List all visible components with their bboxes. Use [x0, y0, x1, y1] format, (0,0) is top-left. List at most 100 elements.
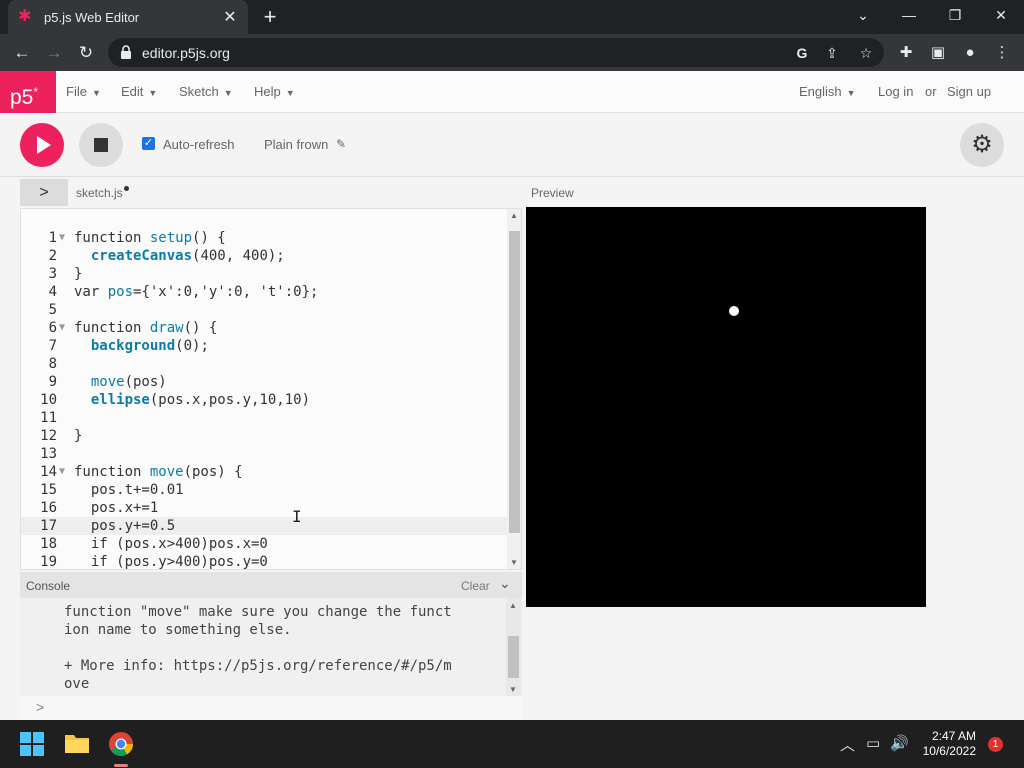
code-line[interactable]: 14 ▼ function move(pos) {	[21, 463, 509, 481]
console-output: function "move" make sure you change the…	[20, 598, 522, 696]
fold-arrow-icon[interactable]: ▼	[59, 229, 65, 247]
p5-favicon-icon: ✱	[18, 8, 32, 25]
bookmark-star-icon[interactable]: ☆	[856, 43, 876, 63]
play-button[interactable]	[20, 123, 64, 167]
code-line[interactable]: 9 move(pos)	[21, 373, 509, 391]
menu-edit[interactable]: Edit ▼	[121, 84, 157, 99]
show-hidden-icons-chevron-icon[interactable]: ︿	[840, 734, 855, 755]
code-line[interactable]: 12}	[21, 427, 509, 445]
console-title: Console	[26, 579, 71, 593]
code-line[interactable]: 2 createCanvas(400, 400);	[21, 247, 509, 265]
console-scrollbar[interactable]: ▲ ▼	[506, 598, 521, 696]
restore-button[interactable]: ❐	[932, 0, 978, 30]
sketch-name[interactable]: Plain frown	[264, 137, 328, 152]
scrollbar-thumb[interactable]	[508, 636, 519, 678]
close-window-button[interactable]: ✕	[978, 0, 1024, 30]
code-line[interactable]: 5	[21, 301, 509, 319]
code-line[interactable]: 17 pos.y+=0.5	[21, 517, 509, 535]
scrollbar-thumb[interactable]	[509, 231, 520, 533]
code-editor[interactable]: 1 ▼ function setup() {2 createCanvas(400, …	[20, 208, 522, 570]
code-line[interactable]: 11	[21, 409, 509, 427]
line-number: 11	[40, 410, 57, 426]
code-line[interactable]: 16 pos.x+=1	[21, 499, 509, 517]
google-icon[interactable]: G	[792, 43, 812, 63]
login-link[interactable]: Log in	[878, 84, 913, 99]
language-select[interactable]: English ▼	[799, 84, 856, 99]
code-line[interactable]: 15 pos.t+=0.01	[21, 481, 509, 499]
sidebar-toggle-button[interactable]: >	[20, 179, 68, 206]
more-menu-icon[interactable]: ⋮	[992, 43, 1012, 63]
tab-search-icon[interactable]: ⌄	[840, 0, 886, 30]
code-line[interactable]: 18 if (pos.x>400)pos.x=0	[21, 535, 509, 553]
sketch-ellipse	[729, 306, 739, 316]
fold-arrow-icon[interactable]: ▼	[59, 463, 65, 481]
code-line[interactable]: 3}	[21, 265, 509, 283]
p5-logo[interactable]: p5*	[0, 71, 56, 113]
code-text: move(pos)	[90, 374, 167, 390]
or-text: or	[925, 84, 937, 99]
chevron-down-icon: ▼	[91, 88, 101, 98]
code-text: pos.x+=1	[74, 500, 159, 516]
code-line[interactable]: 10 ellipse(pos.x,pos.y,10,10)	[21, 391, 509, 409]
code-line[interactable]: 6 ▼ function draw() {	[21, 319, 509, 337]
back-button[interactable]: ←	[8, 39, 36, 67]
code-line[interactable]: 1 ▼ function setup() {	[21, 229, 509, 247]
editor-scrollbar[interactable]: ▲ ▼	[507, 209, 521, 569]
file-explorer-icon[interactable]	[64, 732, 90, 754]
code-line[interactable]: 7 background(0);	[21, 337, 509, 355]
sketch-toolbar: ✓ Auto-refresh Plain frown ✎ ⚙	[0, 113, 1024, 177]
collapse-console-icon[interactable]: ⌄	[499, 575, 511, 592]
code-line[interactable]: 13	[21, 445, 509, 463]
auto-refresh-checkbox[interactable]: ✓	[142, 137, 155, 150]
line-number: 1	[48, 230, 57, 246]
extensions-icon[interactable]: ✚	[896, 43, 916, 63]
line-number: 2	[48, 248, 57, 264]
code-line[interactable]: 4 var pos={'x':0,'y':0, 't':0};	[21, 283, 509, 301]
console-input[interactable]: >	[20, 696, 522, 720]
close-tab-icon[interactable]: ✕	[222, 7, 238, 27]
volume-icon[interactable]: 🔊	[890, 734, 909, 752]
forward-button[interactable]: →	[40, 39, 68, 67]
console-line: ove	[64, 676, 90, 692]
line-number: 6	[48, 320, 57, 336]
line-number: 17	[40, 518, 57, 534]
console-clear-button[interactable]: Clear	[461, 579, 490, 593]
stop-button[interactable]	[79, 123, 123, 167]
menu-file[interactable]: File ▼	[66, 84, 101, 99]
minimize-button[interactable]: —	[886, 0, 932, 30]
console-header: Console Clear ⌄	[20, 572, 522, 598]
chrome-icon[interactable]	[108, 731, 134, 757]
side-panel-icon[interactable]: ▣	[928, 43, 948, 63]
menu-help[interactable]: Help ▼	[254, 84, 295, 99]
line-number: 13	[40, 446, 57, 462]
settings-gear-icon[interactable]: ⚙	[960, 123, 1004, 167]
reload-button[interactable]: ↻	[72, 39, 100, 67]
code-text: function setup() {	[74, 230, 226, 246]
network-icon[interactable]: ▭	[866, 734, 880, 752]
preview-canvas[interactable]	[526, 207, 926, 607]
share-icon[interactable]: ⇪	[822, 43, 842, 63]
line-number: 10	[40, 392, 57, 408]
menu-sketch[interactable]: Sketch ▼	[179, 84, 233, 99]
auto-refresh-label[interactable]: Auto-refresh	[163, 137, 235, 152]
fold-arrow-icon[interactable]: ▼	[59, 319, 65, 337]
windows-start-icon[interactable]	[20, 732, 44, 756]
code-text: }	[74, 266, 83, 282]
signup-link[interactable]: Sign up	[947, 84, 991, 99]
address-bar[interactable]: editor.p5js.org G ⇪ ☆	[108, 38, 884, 67]
browser-toolbar: ← → ↻ editor.p5js.org G ⇪ ☆ ✚ ▣ ● ⋮	[0, 34, 1024, 71]
console-line: + More info: https://p5js.org/reference/…	[64, 658, 452, 674]
file-tab[interactable]: sketch.js	[76, 186, 129, 200]
chevron-down-icon: ▼	[148, 88, 158, 98]
new-tab-button[interactable]: +	[258, 4, 282, 30]
clock-time: 2:47 AM	[931, 729, 976, 743]
code-line[interactable]: 8	[21, 355, 509, 373]
url-text: editor.p5js.org	[142, 45, 230, 61]
unsaved-dot-icon	[123, 186, 129, 191]
code-line[interactable]: 19 if (pos.y>400)pos.y=0	[21, 553, 509, 569]
taskbar-clock[interactable]: 2:47 AM 10/6/2022	[912, 729, 976, 759]
pencil-icon[interactable]: ✎	[336, 137, 346, 151]
profile-icon[interactable]: ●	[960, 43, 980, 63]
notification-badge[interactable]: 1	[988, 737, 1003, 752]
browser-tab[interactable]: ✱ p5.js Web Editor ✕	[8, 0, 248, 34]
